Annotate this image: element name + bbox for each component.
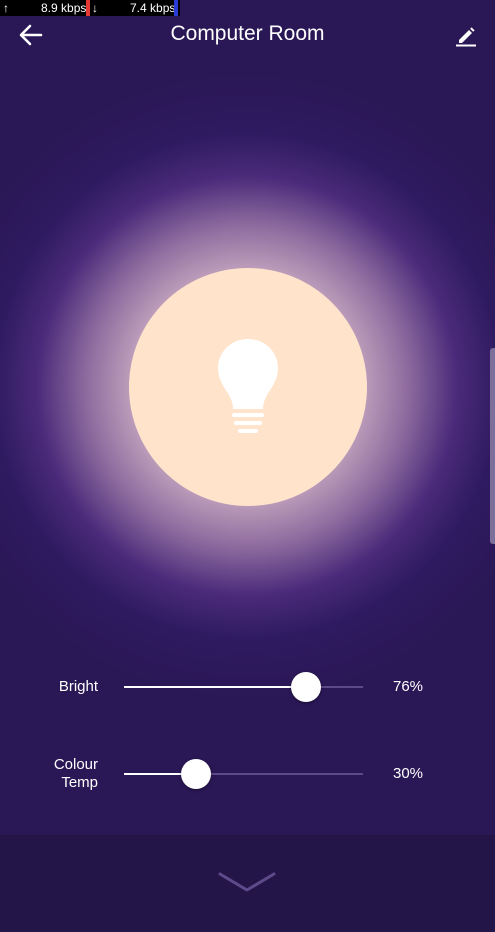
brightness-label: Bright bbox=[58, 678, 98, 695]
brightness-value: 76% bbox=[393, 678, 424, 695]
upload-arrow-icon: ↑ bbox=[3, 1, 9, 15]
expand-button[interactable] bbox=[215, 865, 279, 899]
upload-rate: 8.9 kbps bbox=[41, 1, 87, 15]
upload-indicator bbox=[86, 0, 90, 16]
status-bar: ↑ 8.9 kbps ↓ 7.4 kbps bbox=[0, 0, 180, 16]
header: Computer Room bbox=[0, 16, 495, 56]
brightness-slider-thumb[interactable] bbox=[290, 672, 321, 702]
colour-temp-label-line2: Temp bbox=[61, 774, 98, 791]
colour-temp-slider-thumb[interactable] bbox=[180, 759, 211, 789]
download-rate: 7.4 kbps bbox=[130, 1, 176, 15]
brightness-slider[interactable] bbox=[124, 672, 363, 702]
lightbulb-icon bbox=[218, 339, 278, 433]
edit-button[interactable] bbox=[451, 20, 481, 50]
side-panel-handle[interactable] bbox=[490, 348, 495, 544]
chevron-down-icon bbox=[218, 872, 276, 892]
colour-temp-label: Colour Temp bbox=[0, 756, 98, 792]
light-toggle-button[interactable] bbox=[129, 268, 367, 506]
bottom-bar bbox=[0, 835, 495, 932]
brightness-slider-fill bbox=[124, 686, 306, 688]
colour-temp-value: 30% bbox=[393, 765, 424, 782]
download-arrow-icon: ↓ bbox=[92, 1, 98, 15]
colour-temp-label-line1: Colour bbox=[53, 756, 98, 773]
download-indicator bbox=[174, 0, 178, 16]
pencil-icon bbox=[456, 27, 476, 47]
page-title: Computer Room bbox=[170, 22, 325, 45]
colour-temp-slider[interactable] bbox=[124, 759, 363, 789]
